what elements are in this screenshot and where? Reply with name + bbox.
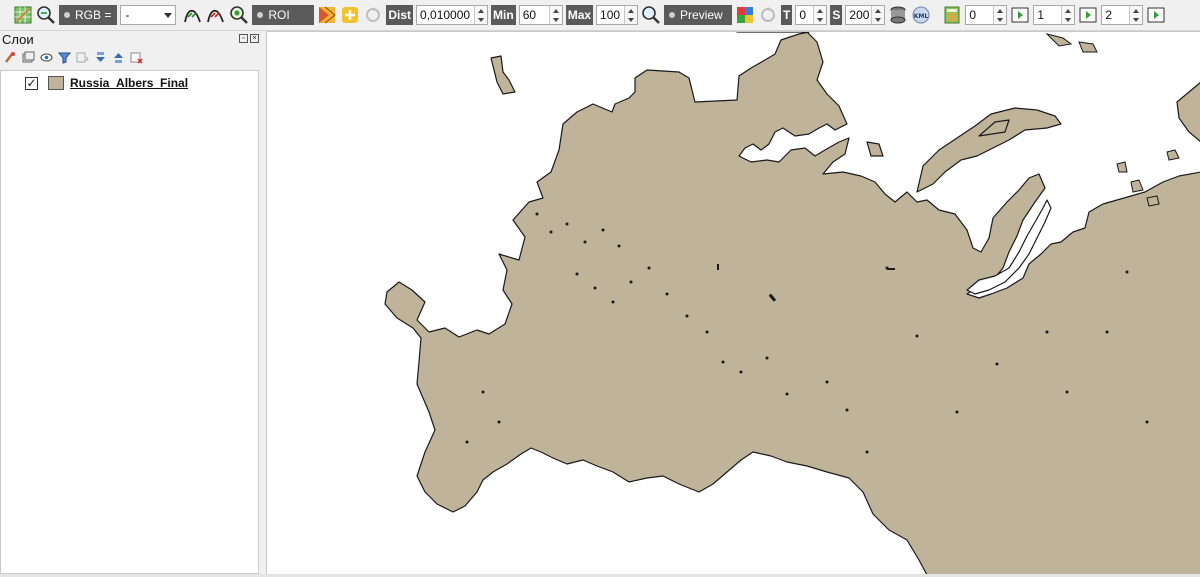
panel-window-buttons: ▫ × [239, 34, 259, 43]
s-label: S [830, 5, 843, 25]
far-east-coast [1176, 82, 1200, 142]
max-label: Max [565, 5, 594, 25]
add-roi-icon[interactable] [340, 5, 360, 25]
north-islands [1045, 33, 1180, 207]
min-spinbox[interactable]: 60 [518, 5, 563, 25]
curve-red-icon[interactable] [206, 5, 226, 25]
arrow-up-icon[interactable] [1133, 8, 1140, 13]
arrow-down-icon[interactable] [817, 17, 824, 22]
zoom-search-icon[interactable] [36, 5, 56, 25]
novaya-zemlya [490, 55, 516, 95]
min-label: Min [491, 5, 516, 25]
collapse-all-icon[interactable] [112, 51, 125, 64]
filter-icon[interactable] [58, 51, 71, 64]
russia-map [384, 32, 1200, 574]
arrow-up-icon[interactable] [997, 8, 1004, 13]
layer-item[interactable]: ✓ Russia_Albers_Final [25, 76, 188, 90]
layer-visibility-checkbox[interactable]: ✓ [25, 76, 38, 90]
russia-landmass [384, 32, 1200, 574]
arrow-down-icon[interactable] [478, 17, 485, 22]
refresh-icon[interactable] [363, 5, 383, 25]
status-dot-icon [669, 12, 676, 18]
rgb-button-label: RGB = [75, 8, 112, 22]
rgb-select-value: - [125, 8, 130, 22]
status-dot-icon [257, 12, 264, 18]
arrow-up-icon[interactable] [478, 8, 485, 13]
refresh-gray-icon[interactable] [758, 5, 778, 25]
layer-grid-icon[interactable] [13, 5, 33, 25]
layers-panel: Слои ▫ × ✓ Russia_Albers_Final [0, 31, 262, 577]
band-spinbox-1[interactable]: 0 [965, 5, 1008, 25]
panel-title: Слои [2, 32, 34, 47]
dist-label: Dist [386, 5, 414, 25]
color-squares-icon[interactable] [735, 5, 755, 25]
preview-button-label: Preview [680, 8, 723, 22]
t-label: T [781, 5, 793, 25]
arrow-down-icon[interactable] [997, 17, 1004, 22]
arrow-down-icon[interactable] [875, 17, 882, 22]
band-spinbox-3[interactable]: 2 [1101, 5, 1144, 25]
status-dot-icon [64, 12, 70, 18]
band-play-icon[interactable] [1010, 5, 1030, 25]
visibility-eye-icon[interactable] [40, 51, 53, 64]
arrow-down-icon[interactable] [1133, 17, 1140, 22]
s-value: 200 [849, 8, 870, 22]
layers-toolbar [4, 51, 143, 64]
curve-icon[interactable] [183, 5, 203, 25]
expand-all-icon[interactable] [94, 51, 107, 64]
max-spinbox[interactable]: 100 [596, 5, 639, 25]
band-play-icon[interactable] [1146, 5, 1166, 25]
band-value: 2 [1105, 8, 1113, 22]
plugin-toolbar: RGB = - ROI Dist 0,010000 Min 60 Max 100… [0, 0, 1200, 31]
arrow-up-icon[interactable] [1065, 8, 1072, 13]
zoom-preview-icon[interactable] [641, 5, 661, 25]
layer-name[interactable]: Russia_Albers_Final [70, 76, 188, 90]
band-value: 0 [969, 8, 977, 22]
band-spinbox-2[interactable]: 1 [1033, 5, 1076, 25]
arrow-up-icon[interactable] [552, 8, 559, 13]
style-brush-icon[interactable] [4, 51, 17, 64]
t-value: 0 [799, 8, 807, 22]
add-group-icon[interactable] [22, 51, 35, 64]
arrow-down-icon[interactable] [628, 17, 635, 22]
filter-legend-icon[interactable] [76, 51, 89, 64]
rgb-button[interactable]: RGB = [59, 5, 118, 25]
arrow-up-icon[interactable] [817, 8, 824, 13]
dist-spinbox[interactable]: 0,010000 [416, 5, 489, 25]
band-play-icon[interactable] [1078, 5, 1098, 25]
kml-text: KML [914, 13, 929, 20]
kml-icon[interactable]: KML [911, 5, 931, 25]
dist-value: 0,010000 [420, 8, 471, 22]
roi-button[interactable]: ROI [252, 5, 315, 25]
map-canvas[interactable] [266, 31, 1200, 574]
t-spinbox[interactable]: 0 [795, 5, 828, 25]
arrow-up-icon[interactable] [875, 8, 882, 13]
rgb-select[interactable]: - [120, 5, 177, 25]
max-value: 100 [600, 8, 621, 22]
arrow-down-icon[interactable] [552, 17, 559, 22]
close-panel-icon[interactable]: × [250, 34, 259, 43]
float-panel-icon[interactable]: ▫ [239, 34, 248, 43]
layer-symbol-swatch [48, 76, 64, 90]
chevron-down-icon [164, 12, 173, 18]
island-north [866, 141, 884, 157]
calc-icon[interactable] [942, 5, 962, 25]
band-value: 1 [1037, 8, 1045, 22]
s-spinbox[interactable]: 200 [845, 5, 886, 25]
roi-color-icon[interactable] [317, 5, 337, 25]
arrow-down-icon[interactable] [1065, 17, 1072, 22]
min-value: 60 [522, 8, 537, 22]
zoom-green-icon[interactable] [229, 5, 249, 25]
layer-tree: ✓ Russia_Albers_Final [0, 70, 259, 574]
preview-button[interactable]: Preview [664, 5, 733, 25]
arrow-up-icon[interactable] [628, 8, 635, 13]
remove-layer-icon[interactable] [130, 51, 143, 64]
stack-icon[interactable] [888, 5, 908, 25]
roi-button-label: ROI [268, 8, 290, 22]
